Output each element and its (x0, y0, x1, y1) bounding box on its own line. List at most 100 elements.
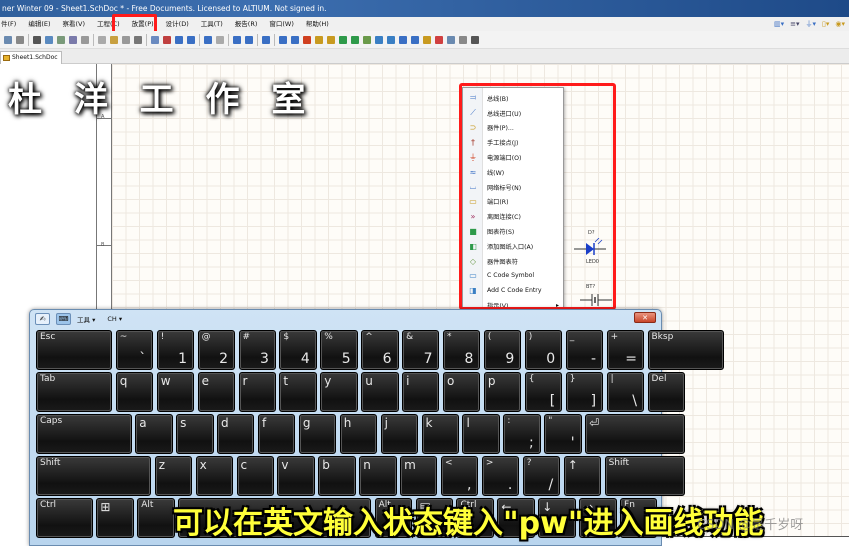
key-r0-11[interactable]: ) 0 (524, 330, 563, 370)
key-r1-12[interactable]: }] (565, 372, 604, 412)
menu-item-9[interactable]: 帮助(H) (300, 17, 335, 31)
no-erc-icon[interactable] (471, 35, 479, 44)
utility-tools-icon[interactable]: ◉▾ (835, 20, 845, 28)
menu-item-8[interactable]: 窗口(W) (263, 17, 300, 31)
print-preview-icon[interactable] (16, 35, 24, 44)
select-area-icon[interactable] (151, 35, 159, 44)
cross-probe-icon[interactable] (233, 35, 241, 44)
key-sym1[interactable]: ⊞ (96, 498, 134, 538)
part-tools-icon[interactable]: ▯▾ (822, 20, 829, 28)
key-n[interactable]: n (359, 456, 397, 496)
key-c[interactable]: c (236, 456, 274, 496)
key-esc[interactable]: Esc (36, 330, 113, 370)
menu-item-0[interactable]: 件(F) (0, 17, 22, 31)
vcc-power-port-icon[interactable] (351, 35, 359, 44)
wire-icon[interactable] (279, 35, 287, 44)
library-icon[interactable] (262, 35, 270, 44)
paste-icon[interactable] (122, 35, 130, 44)
key-sym11[interactable]: ↑ (563, 456, 602, 496)
handwriting-icon[interactable]: ✍ (35, 312, 50, 325)
key-r0-4[interactable]: #3 (238, 330, 276, 370)
key-bksp[interactable]: Bksp (647, 330, 724, 370)
key-ctrl[interactable]: Ctrl (36, 498, 93, 538)
key-t[interactable]: t (279, 372, 317, 412)
key-r0-8[interactable]: & 7 (402, 330, 440, 370)
key-r2-10[interactable]: :; (503, 414, 541, 454)
key-j[interactable]: j (380, 414, 419, 454)
key-tab[interactable]: Tab (36, 372, 113, 412)
sheet-symbol-icon[interactable] (375, 35, 383, 44)
menu-item-1[interactable]: 编辑(E) (22, 17, 56, 31)
gnd-power-port-icon[interactable] (339, 35, 347, 44)
signal-harness-icon[interactable] (303, 35, 311, 44)
key-a[interactable]: a (135, 414, 173, 454)
osk-tools-menu[interactable]: 工具 ▾ (77, 314, 95, 324)
power-tools-icon[interactable]: ⏚▾ (805, 19, 816, 29)
key-w[interactable]: w (156, 372, 195, 412)
key-p[interactable]: p (483, 372, 522, 412)
key-r0-12[interactable]: _ - (565, 330, 604, 370)
key-g[interactable]: g (298, 414, 337, 454)
device-sheet-icon[interactable] (399, 35, 407, 44)
key-f[interactable]: f (257, 414, 296, 454)
key-h[interactable]: h (339, 414, 378, 454)
key-r3-9[interactable]: >. (481, 456, 520, 496)
move-icon[interactable] (163, 35, 171, 44)
key-shift[interactable]: Shift (36, 456, 152, 496)
place-part-icon[interactable] (363, 35, 371, 44)
key-y[interactable]: y (320, 372, 358, 412)
redo-icon[interactable] (216, 35, 224, 44)
zoom-out-icon[interactable] (81, 35, 89, 44)
key-sym12[interactable]: ⏎ (585, 414, 685, 454)
zoom-area-icon[interactable] (45, 35, 53, 44)
key-e[interactable]: e (197, 372, 235, 412)
key-d[interactable]: d (217, 414, 255, 454)
key-r1-13[interactable]: | \ (606, 372, 644, 412)
key-o[interactable]: o (443, 372, 481, 412)
osk-language-menu[interactable]: CH ▾ (107, 315, 122, 323)
undo-icon[interactable] (204, 35, 212, 44)
sheet-entry-icon[interactable] (387, 35, 395, 44)
key-r0-2[interactable]: ! 1 (156, 330, 195, 370)
cut-icon[interactable] (98, 35, 106, 44)
key-k[interactable]: k (421, 414, 459, 454)
deselect-icon[interactable] (175, 35, 183, 44)
key-r0-3[interactable]: @2 (197, 330, 235, 370)
key-x[interactable]: x (195, 456, 233, 496)
key-r0-9[interactable]: * 8 (443, 330, 481, 370)
key-r0-1[interactable]: ~ ` (115, 330, 154, 370)
key-u[interactable]: u (361, 372, 399, 412)
harness-entry-icon[interactable] (447, 35, 455, 44)
3d-view-icon[interactable] (33, 35, 41, 44)
key-r1-11[interactable]: {[ (524, 372, 563, 412)
key-r[interactable]: r (238, 372, 276, 412)
menu-item-7[interactable]: 报告(R) (229, 17, 264, 31)
key-r0-6[interactable]: % 5 (320, 330, 358, 370)
key-del[interactable]: Del (647, 372, 685, 412)
bus-icon[interactable] (291, 35, 299, 44)
bus-entry-icon[interactable] (315, 35, 323, 44)
key-i[interactable]: i (402, 372, 440, 412)
key-z[interactable]: z (154, 456, 193, 496)
key-q[interactable]: q (115, 372, 154, 412)
key-alt[interactable]: Alt (137, 498, 175, 538)
key-b[interactable]: b (318, 456, 356, 496)
key-r0-5[interactable]: $4 (279, 330, 317, 370)
key-r0-13[interactable]: + = (606, 330, 644, 370)
tab-sheet1[interactable]: Sheet1.SchDoc * (0, 51, 62, 73)
port-icon[interactable] (459, 35, 467, 44)
menu-item-2[interactable]: 察看(V) (57, 17, 92, 31)
key-r2-11[interactable]: " ' (544, 414, 582, 454)
zoom-selected-icon[interactable] (57, 35, 65, 44)
key-r3-10[interactable]: ? / (522, 456, 561, 496)
c-code-symbol-icon[interactable] (411, 35, 419, 44)
rubber-stamp-icon[interactable] (134, 35, 142, 44)
key-s[interactable]: s (176, 414, 214, 454)
osk-close-button[interactable]: ✕ (634, 312, 656, 323)
c-code-entry-icon[interactable] (423, 35, 431, 44)
keyboard-icon[interactable]: ⌨ (56, 312, 71, 325)
browse-component-icon[interactable] (245, 35, 253, 44)
clear-filter-icon[interactable] (187, 35, 195, 44)
copy-icon[interactable] (110, 35, 118, 44)
bus-tools-icon[interactable]: ≡▾ (790, 20, 799, 28)
